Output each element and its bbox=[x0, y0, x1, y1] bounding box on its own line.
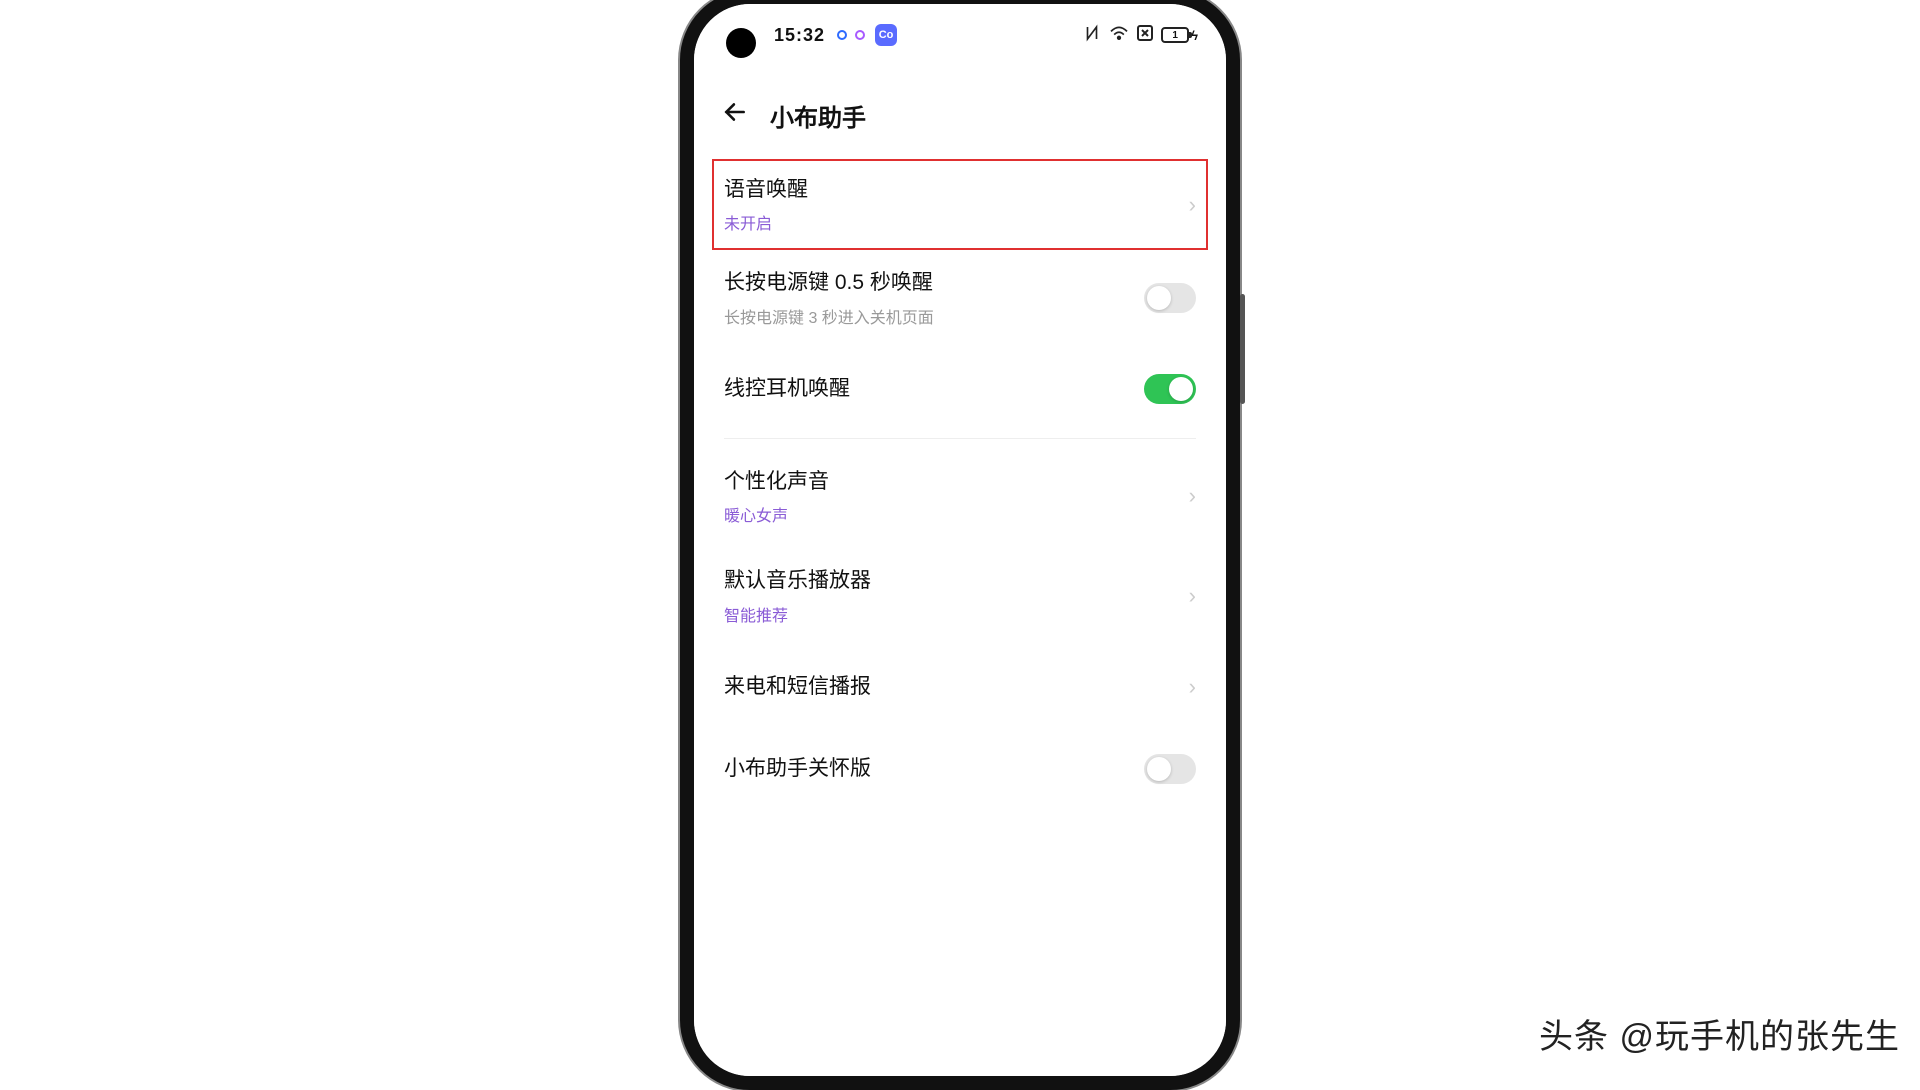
setting-subtitle: 智能推荐 bbox=[724, 602, 1189, 626]
charging-bolt-icon: ϟ bbox=[1191, 28, 1198, 43]
status-x-icon bbox=[1137, 25, 1153, 46]
setting-call-sms-announce[interactable]: 来电和短信播报 › bbox=[714, 646, 1206, 728]
setting-voice-customization[interactable]: 个性化声音 暖心女声 › bbox=[714, 447, 1206, 546]
setting-title: 小布助手关怀版 bbox=[724, 754, 1144, 783]
phone-screen: 15:32 Co 1 ϟ bbox=[694, 4, 1226, 1076]
settings-list: 语音唤醒 未开启 › 长按电源键 0.5 秒唤醒 长按电源键 3 秒进入关机页面… bbox=[694, 159, 1226, 810]
toggle-care-mode[interactable] bbox=[1144, 754, 1196, 784]
back-arrow-icon[interactable] bbox=[722, 99, 748, 132]
setting-voice-wake[interactable]: 语音唤醒 未开启 › bbox=[714, 161, 1206, 248]
setting-care-mode[interactable]: 小布助手关怀版 bbox=[714, 728, 1206, 810]
status-bar: 15:32 Co 1 ϟ bbox=[694, 4, 1226, 66]
toggle-power-wake[interactable] bbox=[1144, 283, 1196, 313]
page-title: 小布助手 bbox=[770, 98, 866, 133]
setting-subtitle: 暖心女声 bbox=[724, 502, 1189, 526]
setting-power-button-wake[interactable]: 长按电源键 0.5 秒唤醒 长按电源键 3 秒进入关机页面 bbox=[714, 248, 1206, 347]
phone-side-button bbox=[1240, 294, 1245, 404]
phone-frame: 15:32 Co 1 ϟ bbox=[680, 0, 1240, 1090]
highlight-annotation: 语音唤醒 未开启 › bbox=[712, 159, 1208, 250]
setting-title: 来电和短信播报 bbox=[724, 672, 1189, 701]
setting-title: 默认音乐播放器 bbox=[724, 566, 1189, 595]
chevron-right-icon: › bbox=[1189, 674, 1196, 700]
status-time: 15:32 bbox=[774, 25, 825, 46]
indicator-dot-purple bbox=[855, 30, 865, 40]
status-indicators: Co bbox=[837, 24, 897, 46]
setting-title: 长按电源键 0.5 秒唤醒 bbox=[724, 268, 1144, 297]
setting-subtitle: 未开启 bbox=[724, 210, 1189, 234]
setting-default-music-player[interactable]: 默认音乐播放器 智能推荐 › bbox=[714, 546, 1206, 645]
camera-punch-hole bbox=[726, 28, 756, 58]
chevron-right-icon: › bbox=[1189, 583, 1196, 609]
page-header: 小布助手 bbox=[694, 66, 1226, 155]
separator bbox=[724, 438, 1196, 439]
chevron-right-icon: › bbox=[1189, 192, 1196, 218]
status-right: 1 ϟ bbox=[1083, 24, 1198, 47]
setting-subtitle: 长按电源键 3 秒进入关机页面 bbox=[724, 304, 1144, 328]
toggle-wired-headset[interactable] bbox=[1144, 374, 1196, 404]
watermark-text: 头条 @玩手机的张先生 bbox=[1539, 1009, 1900, 1058]
app-badge-icon: Co bbox=[875, 24, 897, 46]
battery-frame: 1 bbox=[1161, 27, 1189, 43]
indicator-dot-blue bbox=[837, 30, 847, 40]
setting-title: 个性化声音 bbox=[724, 467, 1189, 496]
wifi-icon bbox=[1109, 25, 1129, 46]
setting-title: 线控耳机唤醒 bbox=[724, 374, 1144, 403]
nfc-icon bbox=[1083, 24, 1101, 47]
setting-wired-headset-wake[interactable]: 线控耳机唤醒 bbox=[714, 348, 1206, 430]
battery-indicator: 1 ϟ bbox=[1161, 27, 1198, 43]
setting-title: 语音唤醒 bbox=[724, 175, 1189, 204]
chevron-right-icon: › bbox=[1189, 483, 1196, 509]
